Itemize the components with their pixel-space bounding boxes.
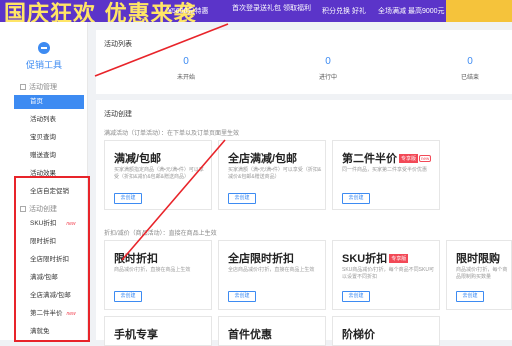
stat-in-progress[interactable]: 0 进行中: [298, 56, 358, 81]
banner-text-4: 全场满减 最高9000元: [378, 8, 445, 15]
stat-value: 0: [325, 56, 331, 67]
stat-finished[interactable]: 0 已结束: [440, 56, 500, 81]
create-button[interactable]: 去创建: [342, 193, 370, 204]
card-limited-purchase[interactable]: 限时限购 商品减价/打折，每个商品限制购买数量 去创建: [446, 240, 512, 310]
card-title: 全店限时折扣: [228, 253, 294, 265]
card-first-item-discount[interactable]: 首件优惠: [218, 316, 326, 346]
activity-list-title: 活动列表: [104, 41, 132, 48]
stat-label: 进行中: [318, 75, 337, 81]
sidebar-title: 促销工具: [25, 60, 62, 70]
stat-label: 已结束: [460, 75, 479, 81]
card-sku-discount[interactable]: SKU折扣 专享版 SKU商品减价/打折，每个商品不同SKU可以设置不同折扣 去创…: [332, 240, 440, 310]
card-desc: 商品减价/打折，每个商品限制购买数量: [456, 267, 508, 280]
card-desc: 商品减价/打折，直接在商品上生效: [114, 267, 191, 273]
activity-create-panel: 活动创建 满减活动（订单活动）：在下单以及订单页面里生效 满减/包邮 买家满额指…: [96, 100, 512, 346]
card-store-limited-discount[interactable]: 全店限时折扣 全店商品减价/打折，直接在商品上生效 去创建: [218, 240, 326, 310]
highlight-box: [14, 176, 90, 342]
group-label: 活动管理: [29, 84, 57, 91]
folder-icon: [20, 84, 26, 90]
create-button[interactable]: 去创建: [228, 193, 256, 204]
section-product-activity: 折扣/减价（商品活动）：直接在商品上生效: [104, 231, 217, 237]
card-title-text: SKU折扣: [342, 253, 388, 265]
exclusive-badge: 专享版: [389, 254, 409, 263]
sidebar-item-home[interactable]: 首页: [14, 95, 84, 109]
stat-value: 0: [183, 56, 189, 67]
card-title: 第二件半价 专享版 new: [342, 150, 432, 166]
promo-banner[interactable]: 国庆狂欢 优惠来袭 ¥5600元特惠 首次登录送礼包 领取福利 积分兑换 好礼 …: [0, 0, 512, 22]
exclusive-badge: 专享版: [399, 154, 419, 163]
banner-button[interactable]: [446, 0, 512, 22]
activity-list-panel: 活动列表 0 未开始 0 进行中 0 已结束: [96, 30, 512, 94]
banner-text-2: 首次登录送礼包 领取福利: [232, 5, 311, 12]
sidebar-item-product-query[interactable]: 宝贝查询: [0, 131, 88, 145]
sidebar-item-gift-query[interactable]: 赠送查询: [0, 149, 88, 163]
new-badge: new: [419, 155, 432, 162]
banner-text-3: 积分兑换 好礼: [322, 8, 366, 15]
banner-text-1: ¥5600元特惠: [168, 8, 209, 15]
card-mobile-exclusive[interactable]: 手机专享: [104, 316, 212, 346]
stat-value: 0: [467, 56, 473, 67]
card-title: 全店满减/包邮: [228, 153, 298, 165]
promo-tool-icon: [38, 42, 50, 54]
create-button[interactable]: 去创建: [342, 291, 370, 302]
activity-create-title: 活动创建: [104, 111, 132, 118]
card-tiered-price[interactable]: 阶梯价: [332, 316, 440, 346]
card-desc: SKU商品减价/打折，每个商品不同SKU可以设置不同折扣: [342, 267, 434, 280]
stat-not-started[interactable]: 0 未开始: [156, 56, 216, 81]
section-order-activity: 满减活动（订单活动）：在下单以及订单页面里生效: [104, 131, 240, 137]
card-title: 限时限购: [456, 253, 500, 265]
sidebar-item-activity-list[interactable]: 活动列表: [0, 113, 88, 127]
card-title-text: 第二件半价: [342, 153, 397, 165]
create-button[interactable]: 去创建: [456, 291, 484, 302]
create-button[interactable]: 去创建: [228, 291, 256, 302]
create-button[interactable]: 去创建: [114, 291, 142, 302]
card-title: SKU折扣 专享版: [342, 250, 409, 266]
card-limited-discount[interactable]: 限时折扣 商品减价/打折，直接在商品上生效 去创建: [104, 240, 212, 310]
group-activity-manage[interactable]: 活动管理: [20, 82, 57, 92]
card-full-reduce[interactable]: 满减/包邮 买家满额指定商品（满•元/满•件）可以享受（折扣&减价&包邮&赠送商…: [104, 140, 212, 210]
card-title: 满减/包邮: [114, 153, 162, 165]
card-desc: 同一件商品，买家第二件享受半价优惠: [342, 167, 428, 173]
card-second-half[interactable]: 第二件半价 专享版 new 同一件商品，买家第二件享受半价优惠 去创建: [332, 140, 440, 210]
card-desc: 买家满额（满•元/满•件）可以享受（折扣&减价&包邮&赠送商品）: [228, 167, 322, 180]
card-desc: 买家满额指定商品（满•元/满•件）可以享受（折扣&减价&包邮&赠送商品）: [114, 167, 204, 180]
create-button[interactable]: 去创建: [114, 193, 142, 204]
card-title: 限时折扣: [114, 253, 158, 265]
card-store-full-reduce[interactable]: 全店满减/包邮 买家满额（满•元/满•件）可以享受（折扣&减价&包邮&赠送商品）…: [218, 140, 326, 210]
card-desc: 全店商品减价/打折，直接在商品上生效: [228, 267, 315, 273]
stat-label: 未开始: [176, 75, 195, 81]
